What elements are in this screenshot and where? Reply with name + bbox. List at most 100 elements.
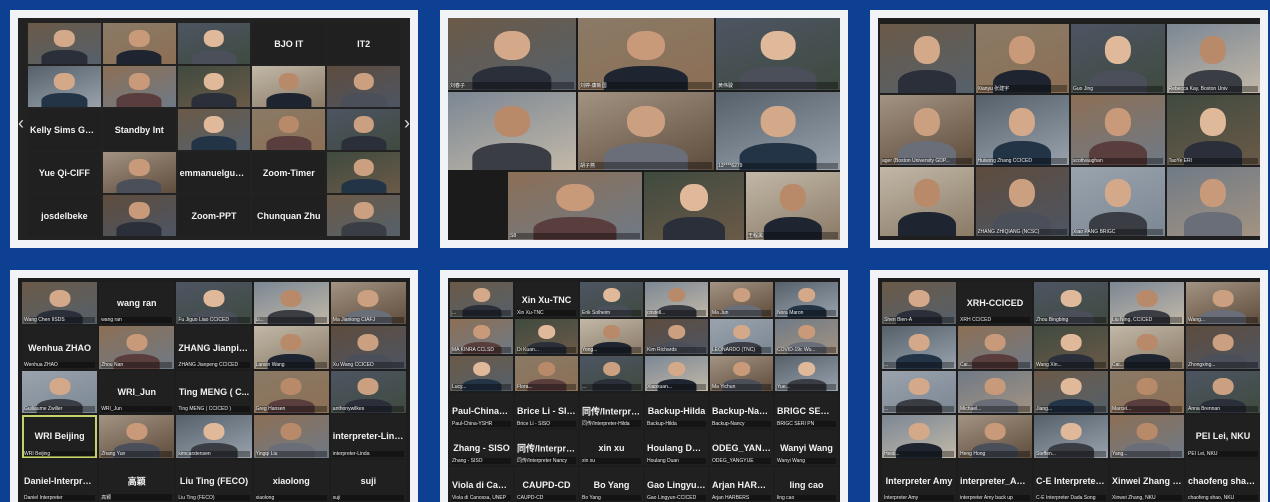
participant-video-tile[interactable]	[327, 66, 400, 107]
participant-name-tile[interactable]: Arjan HARBERS Arjan HARBERS	[710, 467, 773, 502]
participant-video-tile[interactable]: anthonywilkes	[330, 370, 406, 414]
participant-name-tile[interactable]: Backup-Hilda Backup-Hilda	[645, 393, 708, 428]
participant-name-tile[interactable]: Paul-China-Y... Paul-China-YSHR	[450, 393, 513, 428]
participant-video-tile[interactable]	[102, 66, 176, 107]
participant-video-tile[interactable]: Guo Jing	[1071, 24, 1165, 94]
participant-name-tile[interactable]: IT2	[327, 23, 400, 64]
participant-name-tile[interactable]: josdelbeke	[28, 195, 101, 236]
participant-video-tile[interactable]: Fu Jiguo Liao CCICED	[176, 282, 252, 325]
participant-name-tile[interactable]: Backup-Nancy Backup-Nancy	[710, 393, 773, 428]
participant-name-tile[interactable]: Standby Int	[102, 109, 176, 150]
participant-video-tile[interactable]	[177, 109, 251, 150]
participant-name-tile[interactable]: Zoom-Timer	[252, 152, 326, 193]
participant-video-tile[interactable]: kimcarstensen	[176, 415, 252, 458]
participant-video-tile[interactable]: LEONARDO (TNC)	[710, 319, 773, 354]
participant-video-tile[interactable]: Zhongxing...	[1186, 326, 1260, 369]
participant-name-tile[interactable]: Zhang - SISO Zhang - SISO	[450, 430, 513, 465]
participant-name-tile[interactable]: BJO IT	[252, 23, 326, 64]
participant-video-tile[interactable]	[177, 23, 251, 64]
participant-video-tile[interactable]	[102, 195, 176, 236]
participant-name-tile[interactable]: ZHANG Jianpin... ZHANG Jianpeng CCICED	[176, 326, 252, 369]
participant-video-tile[interactable]: Wang...	[1186, 282, 1260, 325]
participant-name-tile[interactable]: Brice Li - SISO Brice Li - SISO	[515, 393, 578, 428]
participant-video-tile[interactable]: Xiaoxuan...	[645, 356, 708, 391]
participant-video-tile[interactable]: Marcel...	[1110, 370, 1184, 414]
participant-video-tile[interactable]	[327, 152, 400, 193]
participant-video-tile[interactable]	[28, 23, 101, 64]
participant-video-tile[interactable]: ...	[882, 370, 956, 414]
participant-video-tile[interactable]: Yingqi Liu	[253, 415, 329, 458]
participant-video-tile[interactable]	[1166, 166, 1260, 236]
participant-name-tile[interactable]: WRI Beijing WRI Beijing	[22, 415, 98, 458]
participant-video-tile[interactable]: Michael...	[958, 370, 1032, 414]
participant-video-tile[interactable]: Wang Xin...	[1034, 326, 1108, 369]
participant-name-tile[interactable]: wang ran wang ran	[99, 282, 175, 325]
participant-name-tile[interactable]: Kelly Sims Gall...	[28, 109, 101, 150]
participant-video-tile[interactable]: Yang...	[1110, 415, 1184, 458]
participant-name-tile[interactable]: Wenhua ZHAO Wenhua ZHAO	[22, 326, 98, 369]
participant-video-tile[interactable]: Li...	[253, 282, 329, 325]
participant-video-tile[interactable]: Guillaume Zwiller	[22, 370, 98, 414]
participant-name-tile[interactable]: C-E Interpreter... C-E Interpreter Dada S…	[1034, 459, 1108, 502]
participant-video-tile[interactable]: Nora Maron	[775, 282, 838, 317]
participant-video-tile[interactable]: S8	[508, 172, 642, 240]
participant-video-tile[interactable]: Yong...	[580, 319, 643, 354]
participant-name-tile[interactable]: 同传/Interprete... 同传/Interpreter-Hilda	[580, 393, 643, 428]
participant-video-tile[interactable]: Wang Chen IISDS	[22, 282, 98, 325]
participant-video-tile[interactable]: Shen Bien-A	[882, 282, 956, 325]
participant-name-tile[interactable]: Interpreter Amy Interpreter Amy	[882, 459, 956, 502]
participant-video-tile[interactable]: MA KINRA CCLSD	[450, 319, 513, 354]
participant-video-tile[interactable]	[28, 66, 101, 107]
participant-video-tile[interactable]	[252, 66, 326, 107]
participant-name-tile[interactable]: Ting MENG ( C... Ting MENG ( CCICED )	[176, 370, 252, 414]
participant-name-tile[interactable]: Xinwei Zhang ,... Xinwei Zhang, NKU	[1110, 459, 1184, 502]
participant-name-tile[interactable]: Houlang Duan Houlang Duan	[645, 430, 708, 465]
participant-name-tile[interactable]: WRI_Jun WRI_Jun	[99, 370, 175, 414]
participant-video-tile[interactable]: Rebecca Kay, Boston Univ	[1166, 24, 1260, 94]
participant-video-tile[interactable]: 13****6279	[716, 92, 840, 170]
participant-name-tile[interactable]: Yue Qi-CIFF	[28, 152, 101, 193]
participant-video-tile[interactable]: Ma Jianlong CIAFJ	[330, 282, 406, 325]
participant-video-tile[interactable]: 刘婷-康新国	[578, 18, 714, 90]
participant-video-tile[interactable]	[880, 24, 974, 94]
participant-name-tile[interactable]: Gao Lingyun-CC... Gao Lingyun-CCICED	[645, 467, 708, 502]
participant-video-tile[interactable]	[252, 109, 326, 150]
participant-video-tile[interactable]	[102, 152, 176, 193]
participant-video-tile[interactable]: Cai...	[1110, 326, 1184, 369]
participant-video-tile[interactable]	[448, 92, 576, 170]
participant-name-tile[interactable]: 同传/Interprete... 同传/Interpreter Nancy	[515, 430, 578, 465]
participant-video-tile[interactable]: Di Kuan...	[515, 319, 578, 354]
participant-video-tile[interactable]: Flora...	[515, 356, 578, 391]
participant-name-tile[interactable]: emmanuelguerin	[177, 152, 251, 193]
participant-video-tile[interactable]	[327, 109, 400, 150]
participant-name-tile[interactable]: Chunquan Zhu	[252, 195, 326, 236]
participant-video-tile[interactable]: Heidi...	[882, 415, 956, 458]
participant-video-tile[interactable]: Heng Hong	[958, 415, 1032, 458]
participant-video-tile[interactable]: Kim Richards	[645, 319, 708, 354]
participant-video-tile[interactable]	[644, 172, 744, 240]
participant-video-tile[interactable]	[327, 195, 400, 236]
participant-video-tile[interactable]: scottvaughan	[1071, 95, 1165, 165]
participant-name-tile[interactable]: Wanyi Wang Wanyi Wang	[775, 430, 838, 465]
previous-page-arrow-icon[interactable]: ‹	[18, 114, 24, 132]
participant-name-tile[interactable]: BRIGC SERI PN BRIGC SERI PN	[775, 393, 838, 428]
participant-name-tile[interactable]: suji suji	[330, 459, 406, 502]
participant-name-tile[interactable]: CAUPD-CD CAUPD-CD	[515, 467, 578, 502]
participant-video-tile[interactable]: Xiao PANG BRIGC	[1071, 166, 1165, 236]
participant-video-tile[interactable]: 刘春子	[448, 18, 576, 90]
participant-video-tile[interactable]: ager (Boston University GDP...	[880, 95, 974, 165]
participant-video-tile[interactable]: Xu Wang CCICED	[330, 326, 406, 369]
participant-video-tile[interactable]	[177, 66, 251, 107]
participant-video-tile[interactable]: ...	[580, 356, 643, 391]
participant-video-tile[interactable]: Jiang...	[1034, 370, 1108, 414]
participant-video-tile[interactable]: Xianyu 张建宇	[975, 24, 1069, 94]
participant-video-tile[interactable]: Cai...	[958, 326, 1032, 369]
participant-video-tile[interactable]: Liu Ning, CCICED	[1110, 282, 1184, 325]
participant-video-tile[interactable]: cristell...	[645, 282, 708, 317]
participant-video-tile[interactable]: Huisong Zhang CCICED	[975, 95, 1069, 165]
participant-video-tile[interactable]: ...	[450, 282, 513, 317]
participant-name-tile[interactable]: PEI Lei, NKU PEI Lei, NKU	[1186, 415, 1260, 458]
participant-video-tile[interactable]: Steffen...	[1034, 415, 1108, 458]
next-page-arrow-icon[interactable]: ›	[404, 114, 410, 132]
participant-name-tile[interactable]: Zoom-PPT	[177, 195, 251, 236]
